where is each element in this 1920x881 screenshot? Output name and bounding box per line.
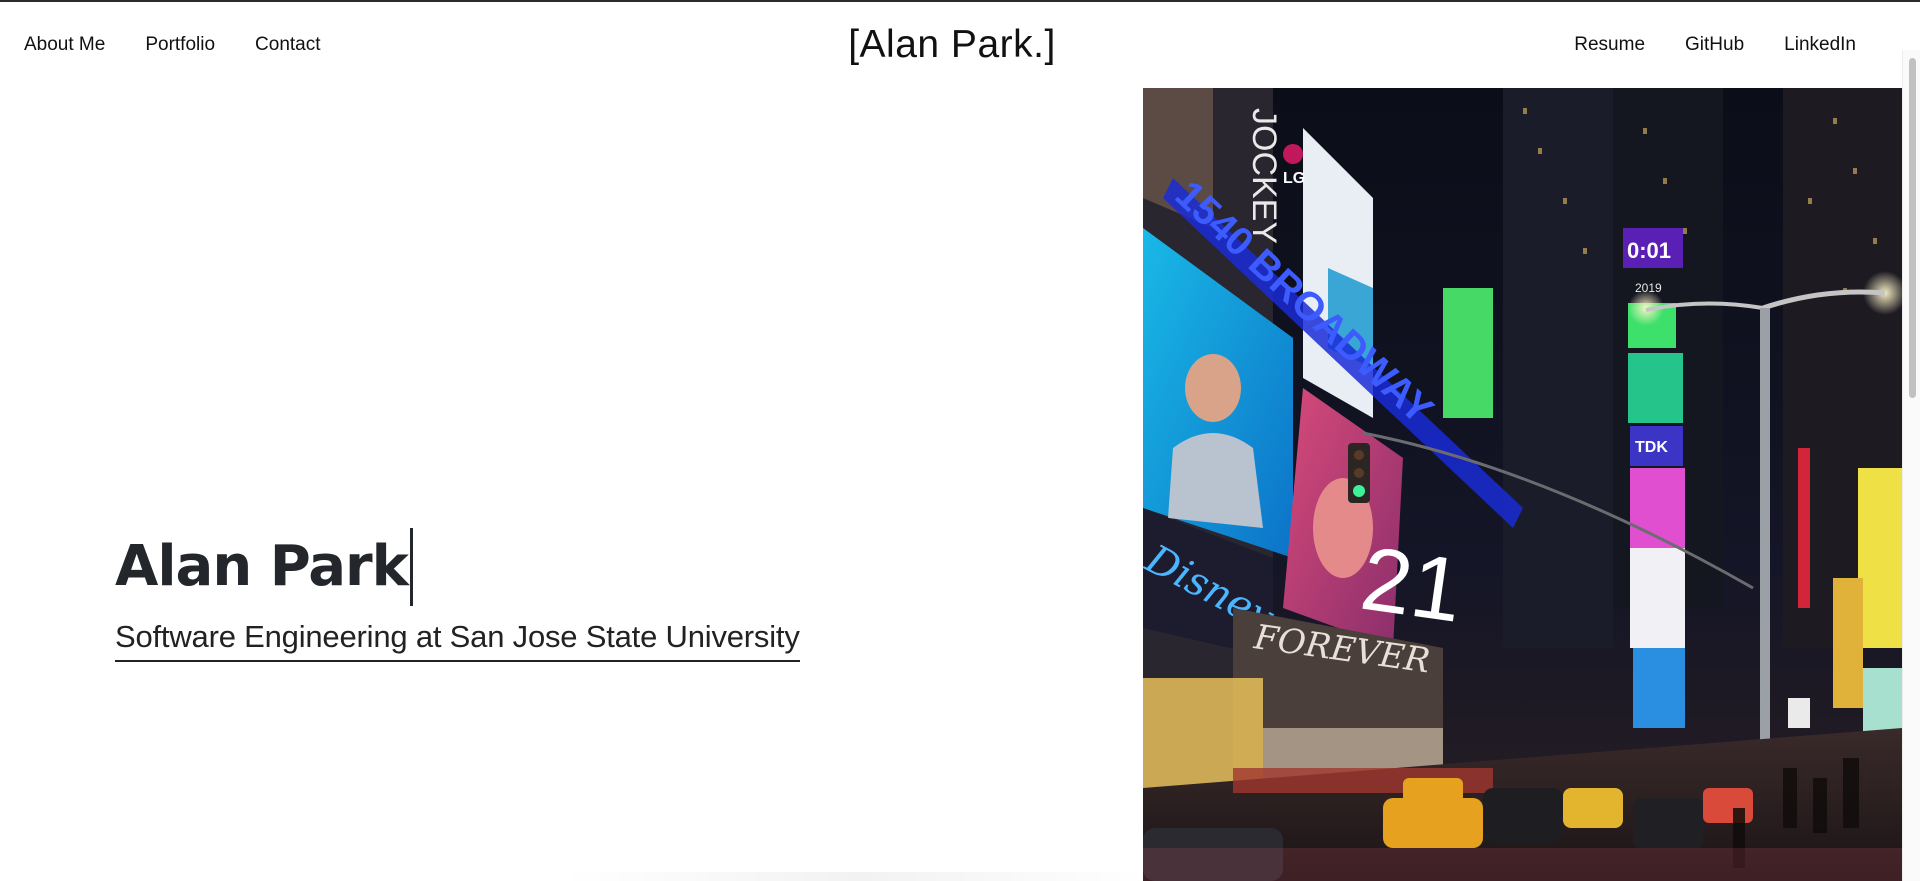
sign-tdk-text: TDK <box>1635 439 1668 456</box>
sign-clock-text: 0:01 <box>1627 238 1671 263</box>
vertical-scrollbar[interactable] <box>1902 50 1920 881</box>
nav-resume-link[interactable]: Resume <box>1574 34 1645 56</box>
nav-linkedin-link[interactable]: LinkedIn <box>1784 34 1856 56</box>
nav-github-link[interactable]: GitHub <box>1685 34 1744 56</box>
nav-right: Resume GitHub LinkedIn <box>1574 34 1856 56</box>
window-top-border <box>0 0 1920 2</box>
sign-lg-text: LG <box>1283 170 1305 187</box>
hero-name: Alan Park <box>115 534 409 599</box>
hero-subtitle: Software Engineering at San Jose State U… <box>115 618 800 662</box>
sign-21-text: 21 <box>1355 529 1468 642</box>
hero-photo-times-square: JOCKEY LG 1540 BROADWAY 21 Disney FOREVE… <box>1143 88 1902 881</box>
photo-scene: JOCKEY LG 1540 BROADWAY 21 Disney FOREVE… <box>1143 88 1902 881</box>
scrollbar-thumb[interactable] <box>1909 58 1916 398</box>
bottom-edge-shadow <box>560 872 1160 881</box>
hero-name-block: Alan Park <box>115 528 413 606</box>
typing-cursor <box>409 528 413 606</box>
